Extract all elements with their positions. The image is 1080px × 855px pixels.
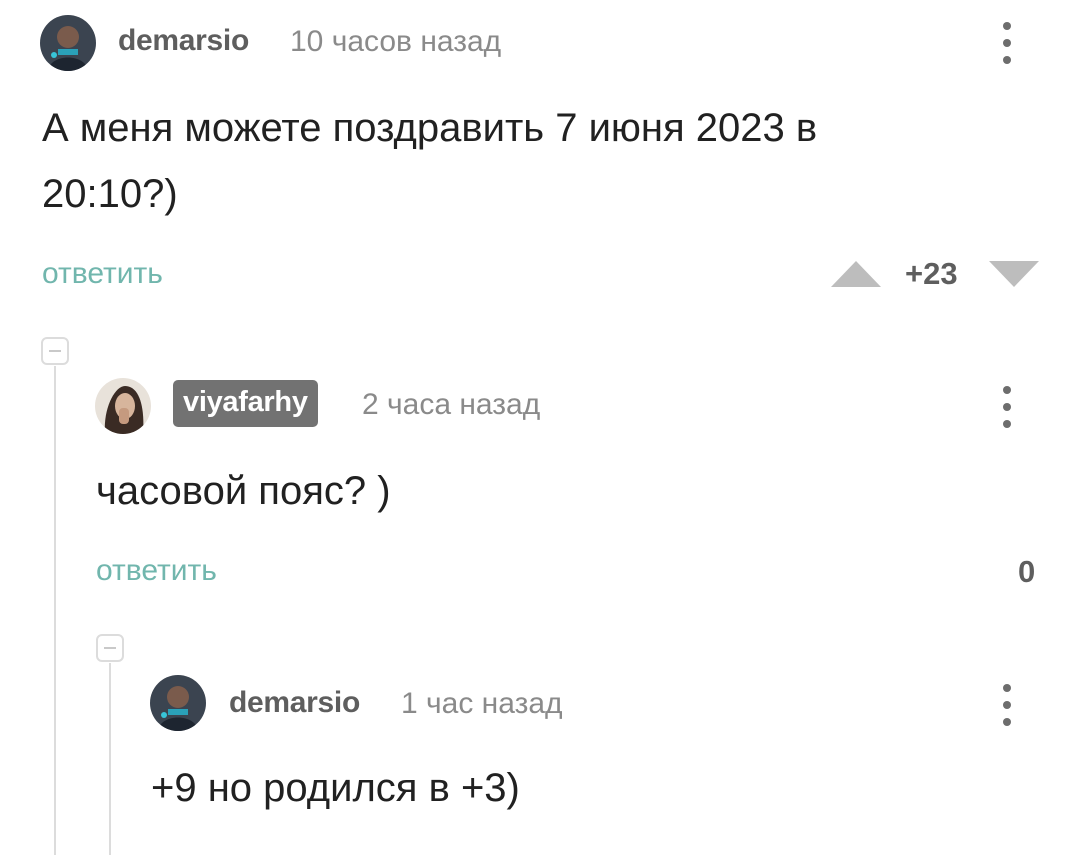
author-badge[interactable]: viyafarhy [173, 380, 318, 427]
vote-score: +23 [905, 256, 958, 291]
thread-line [109, 663, 111, 855]
avatar-viyafarhy[interactable] [95, 378, 151, 434]
thread-line [54, 366, 56, 855]
vote-score: 0 [1018, 554, 1036, 589]
comment-time: 1 час назад [401, 687, 563, 720]
more-options-icon[interactable] [992, 382, 1022, 432]
reply-link[interactable]: ответить [96, 554, 217, 588]
downvote-icon[interactable] [988, 260, 1040, 288]
collapse-thread-icon[interactable] [96, 634, 124, 662]
reply-link[interactable]: ответить [42, 257, 163, 291]
comment-text-line2: 20:10?) [42, 172, 178, 216]
avatar-demarsio[interactable] [150, 675, 206, 731]
comment-author[interactable]: demarsio [118, 24, 249, 58]
more-options-icon[interactable] [992, 18, 1022, 68]
upvote-icon[interactable] [830, 260, 882, 288]
comment-text: +9 но родился в +3) [151, 766, 520, 810]
collapse-thread-icon[interactable] [41, 337, 69, 365]
comment-time: 2 часа назад [362, 388, 541, 421]
comment-author[interactable]: demarsio [229, 686, 360, 720]
comment-text: часовой пояс? ) [96, 469, 391, 513]
comment-text: А меня можете поздравить 7 июня 2023 в [42, 106, 818, 150]
avatar-demarsio[interactable] [40, 15, 96, 71]
more-options-icon[interactable] [992, 680, 1022, 730]
comment-time: 10 часов назад [290, 25, 502, 58]
